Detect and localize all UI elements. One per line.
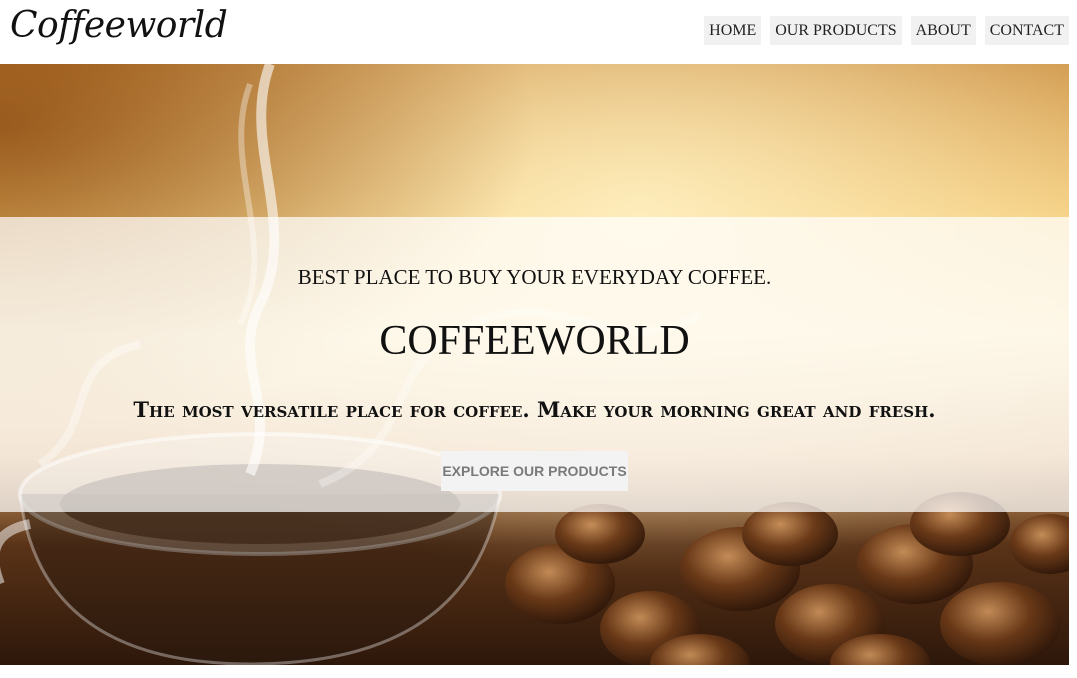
hero-section: BEST PLACE TO BUY YOUR EVERYDAY COFFEE. … [0,64,1069,665]
hero-subtitle: The most versatile place for coffee. Mak… [133,397,936,422]
main-nav: HOME OUR PRODUCTS ABOUT CONTACT [704,16,1069,45]
site-header: Coffeeworld HOME OUR PRODUCTS ABOUT CONT… [0,0,1077,64]
site-logo[interactable]: Coffeeworld [10,4,228,48]
page: Coffeeworld HOME OUR PRODUCTS ABOUT CONT… [0,0,1077,678]
nav-about[interactable]: ABOUT [910,16,976,45]
nav-contact[interactable]: CONTACT [984,16,1069,45]
nav-our-products[interactable]: OUR PRODUCTS [770,16,902,45]
explore-products-button[interactable]: EXPLORE OUR PRODUCTS [441,451,628,491]
hero-title: COFFEEWORLD [379,318,690,364]
nav-home[interactable]: HOME [704,16,762,45]
hero-overlay: BEST PLACE TO BUY YOUR EVERYDAY COFFEE. … [0,217,1069,512]
hero-tagline: BEST PLACE TO BUY YOUR EVERYDAY COFFEE. [297,265,772,289]
